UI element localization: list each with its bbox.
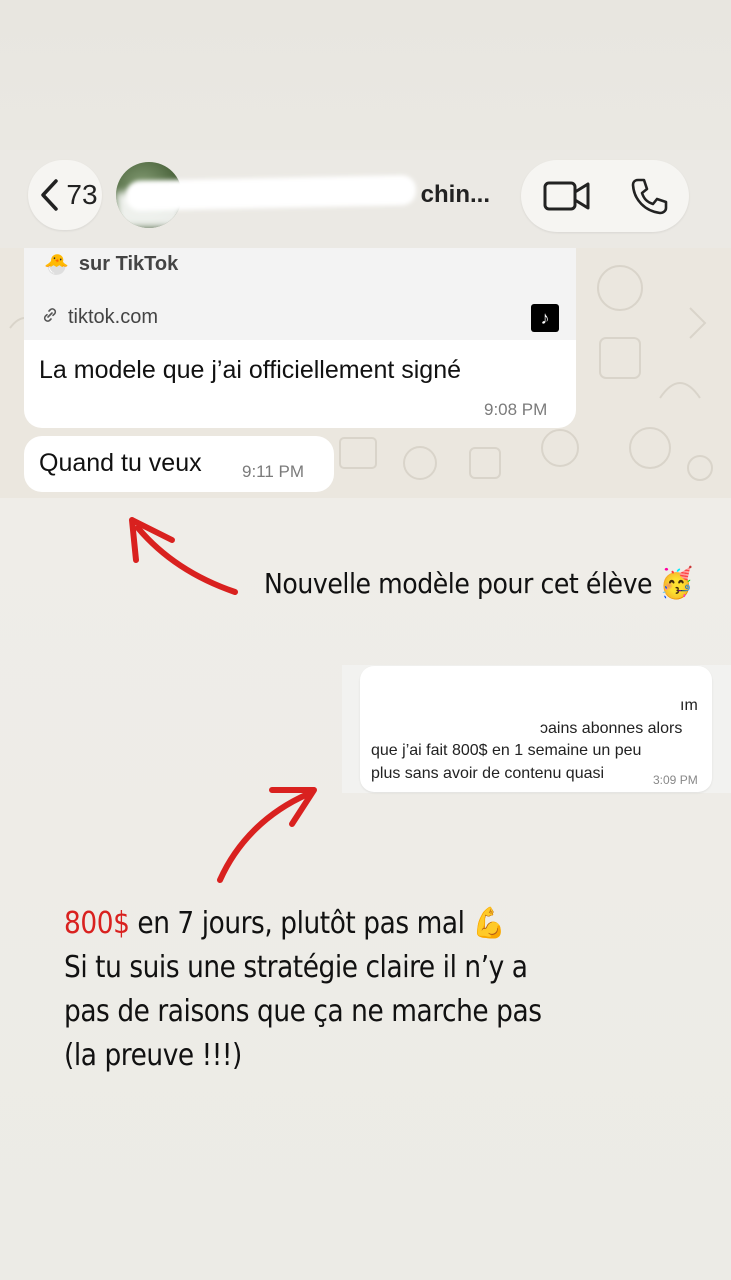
hatching-chick-icon: 🐣 — [44, 254, 69, 276]
message-text-line: plus sans avoir de contenu quasi — [371, 765, 605, 782]
partying-face-icon: 🥳 — [659, 566, 694, 601]
message-text-line: que j’ai fait 800$ en 1 semaine un peu — [371, 742, 642, 759]
unread-count: 73 — [66, 179, 98, 210]
message-time: 9:11 PM — [242, 462, 305, 481]
message-time: 3:09 PM — [653, 773, 698, 787]
annotation-line-2: Si tu suis une stratégie claire il n’y a — [64, 950, 528, 985]
partial-text: ım — [680, 697, 698, 714]
contact-name-text: chin... — [420, 181, 490, 208]
red-arrow-annotation — [129, 517, 238, 595]
redaction-blur — [364, 672, 694, 718]
phone-icon[interactable] — [629, 176, 669, 216]
link-title-text: sur TikTok — [78, 253, 179, 275]
back-button[interactable]: 73 — [28, 160, 102, 230]
annotation-line-4: (la preuve !!!) — [64, 1038, 242, 1073]
redaction-scribble — [125, 174, 417, 212]
flexed-biceps-icon: 💪 — [472, 906, 505, 941]
call-actions — [521, 160, 689, 232]
tiktok-logo-icon: ♪ — [531, 304, 559, 332]
video-camera-icon[interactable] — [543, 178, 591, 214]
annotation-line-3: pas de raisons que ça ne marche pas — [64, 994, 542, 1029]
link-domain[interactable]: tiktok.com — [42, 306, 158, 329]
annotation-caption: Nouvelle modèle pour cet élève 🥳 — [264, 566, 693, 601]
annotation-text: en 7 jours, plutôt pas mal — [129, 906, 465, 941]
link-preview-title: 🐣 sur TikTok — [44, 252, 178, 277]
highlight-amount: 800$ — [64, 906, 130, 941]
red-arrow-annotation — [217, 787, 317, 883]
chevron-left-icon — [32, 178, 66, 212]
partial-text: ɔains abonnes alors — [540, 720, 683, 737]
annotation-line-1: 800$ en 7 jours, plutôt pas mal 💪 — [64, 902, 542, 946]
annotation-caption-text: Nouvelle modèle pour cet élève — [264, 567, 653, 600]
annotation-paragraph: 800$ en 7 jours, plutôt pas mal 💪 Si tu … — [64, 902, 542, 1078]
message-text: Quand tu veux — [39, 449, 202, 477]
message-time: 9:08 PM — [484, 400, 548, 419]
message-text: La modele que j’ai officiellement signé — [39, 356, 462, 384]
link-icon — [42, 306, 58, 329]
link-domain-text: tiktok.com — [68, 306, 159, 328]
